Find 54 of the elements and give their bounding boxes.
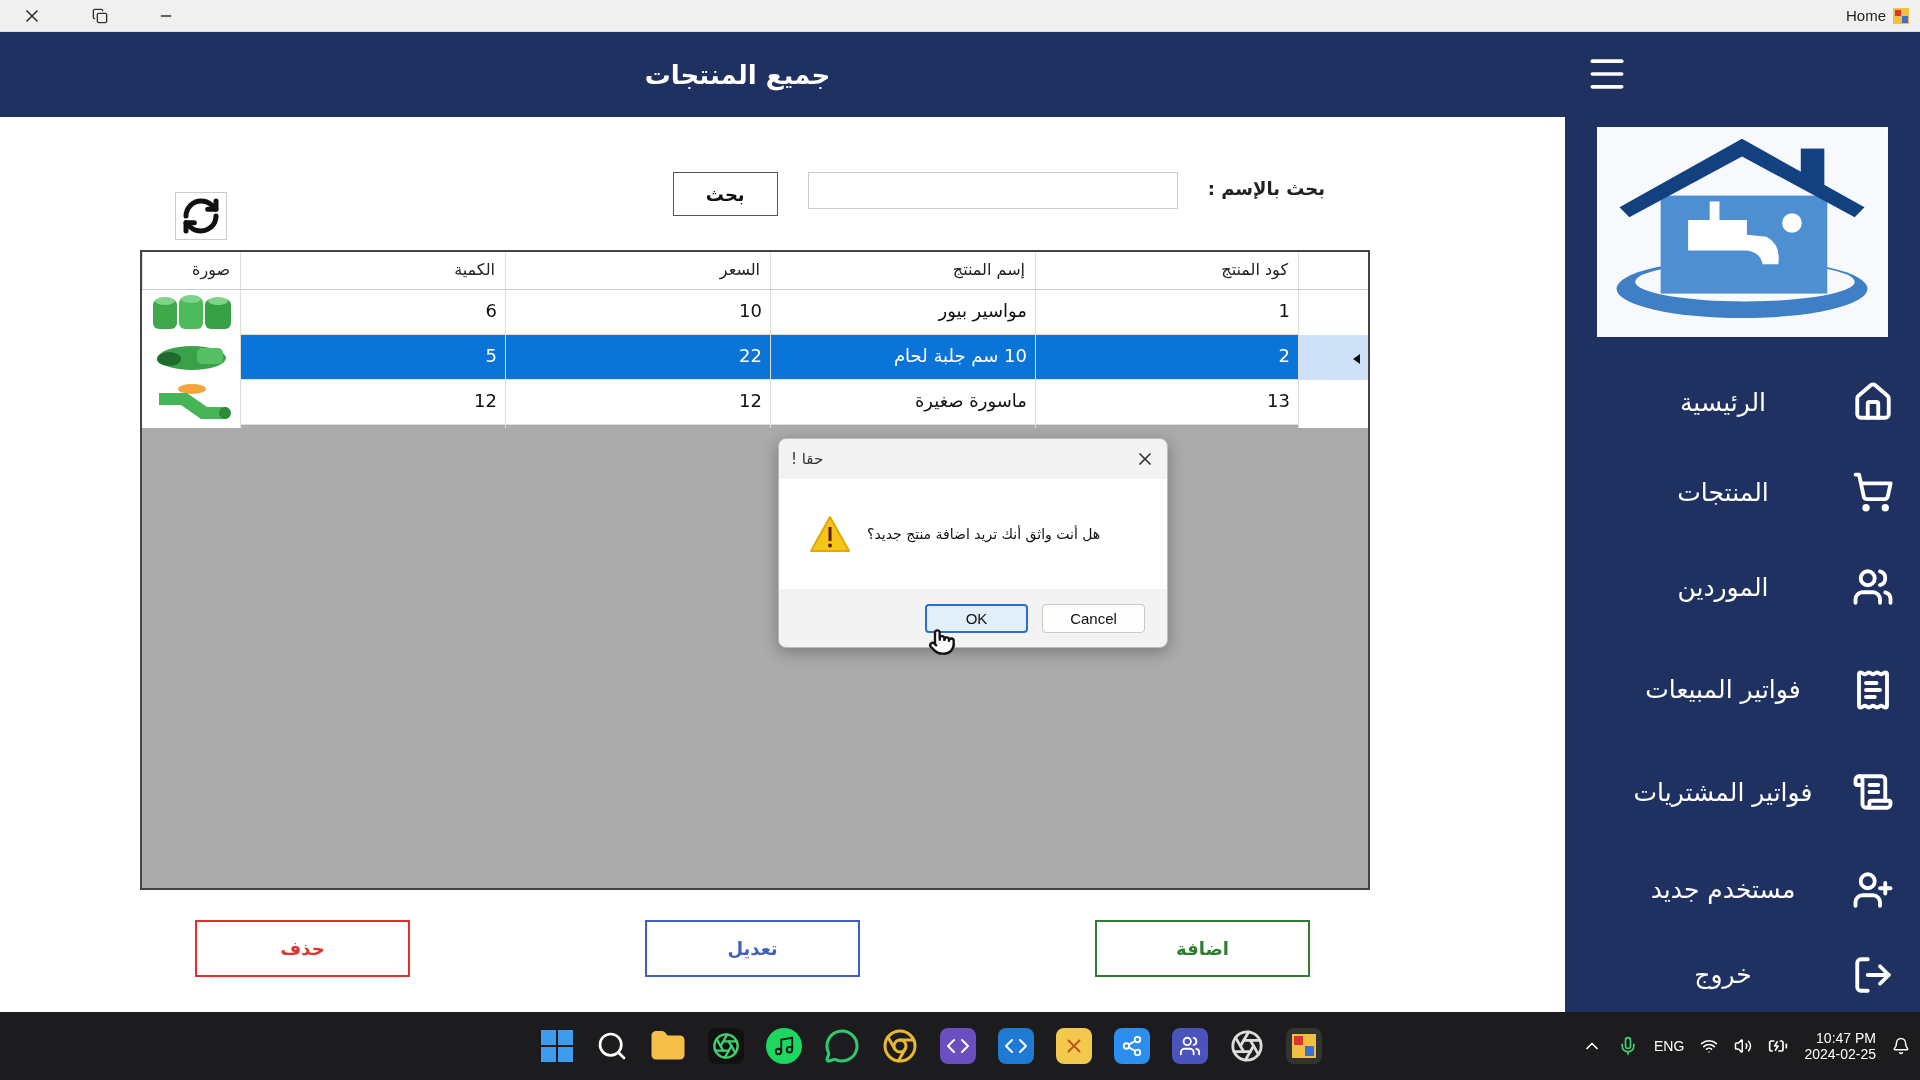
- dialog-message: هل أنت واثق أنك تريد اضافة منتج جديد؟: [867, 526, 1101, 542]
- clock-date[interactable]: 2024-02-25: [1804, 1046, 1876, 1062]
- sidebar-item[interactable]: مستخدم جديد: [1565, 842, 1920, 937]
- delete-button[interactable]: حذف: [195, 920, 410, 977]
- refresh-button[interactable]: [175, 192, 227, 240]
- cart-icon: [1852, 471, 1894, 513]
- volume-icon[interactable]: [1734, 1037, 1753, 1055]
- add-button[interactable]: اضافة: [1095, 920, 1310, 977]
- column-header[interactable]: الكمية: [240, 252, 505, 289]
- page-title: جميع المنتجات: [644, 59, 831, 90]
- language-indicator[interactable]: ENG: [1654, 1038, 1685, 1054]
- share-app-icon[interactable]: [1114, 1028, 1150, 1064]
- column-header[interactable]: صورة: [142, 252, 240, 289]
- table-cell: 12: [505, 380, 770, 428]
- music-app-icon[interactable]: [766, 1028, 802, 1064]
- app-icon[interactable]: [940, 1028, 976, 1064]
- sidebar-item[interactable]: المنتجات: [1565, 447, 1920, 537]
- browser-icon[interactable]: [882, 1028, 918, 1064]
- app-icon: [1892, 6, 1910, 25]
- dialog-button[interactable]: Cancel: [1042, 603, 1145, 633]
- search-icon[interactable]: [596, 1030, 628, 1062]
- sidebar-item[interactable]: فواتير المبيعات: [1565, 637, 1920, 742]
- app-icon[interactable]: [1230, 1029, 1264, 1063]
- sidebar-item[interactable]: الموردين: [1565, 537, 1920, 637]
- app-icon[interactable]: [1056, 1028, 1092, 1064]
- home-icon: [1852, 381, 1894, 423]
- app-icon[interactable]: [708, 1028, 744, 1064]
- row-pointer-icon: [1353, 354, 1360, 364]
- table-cell: 13: [1035, 380, 1298, 428]
- column-header[interactable]: إسم المنتج: [770, 252, 1035, 289]
- search-button[interactable]: بحث: [672, 172, 778, 216]
- edit-button[interactable]: تعديل: [645, 920, 860, 977]
- wifi-icon[interactable]: [1700, 1037, 1719, 1055]
- sidebar-item[interactable]: فواتير المشتريات: [1565, 742, 1920, 842]
- users-icon: [1852, 566, 1894, 608]
- column-header[interactable]: كود المنتج: [1035, 252, 1298, 289]
- notification-icon[interactable]: [1892, 1037, 1910, 1055]
- start-icon[interactable]: [540, 1029, 574, 1063]
- chat-app-icon[interactable]: [824, 1028, 860, 1064]
- window-title: Home: [1846, 7, 1886, 24]
- dialog-button[interactable]: OK: [925, 603, 1028, 633]
- sidebar-item[interactable]: الرئيسية: [1565, 357, 1920, 447]
- search-label: بحث بالإسم :: [1207, 177, 1325, 199]
- clock-time[interactable]: 10:47 PM: [1816, 1030, 1876, 1046]
- dialog-title: ! حقا: [791, 450, 824, 468]
- app-icon[interactable]: [1286, 1028, 1322, 1064]
- warning-icon: [809, 515, 851, 553]
- restore-icon[interactable]: [92, 7, 108, 24]
- search-field[interactable]: [807, 172, 1178, 209]
- code-editor-icon[interactable]: [998, 1028, 1034, 1064]
- sidebar-item[interactable]: خروج: [1565, 937, 1920, 1012]
- scroll-icon: [1852, 771, 1894, 813]
- column-header[interactable]: السعر: [505, 252, 770, 289]
- table-cell: ماسورة صغيرة: [770, 380, 1035, 428]
